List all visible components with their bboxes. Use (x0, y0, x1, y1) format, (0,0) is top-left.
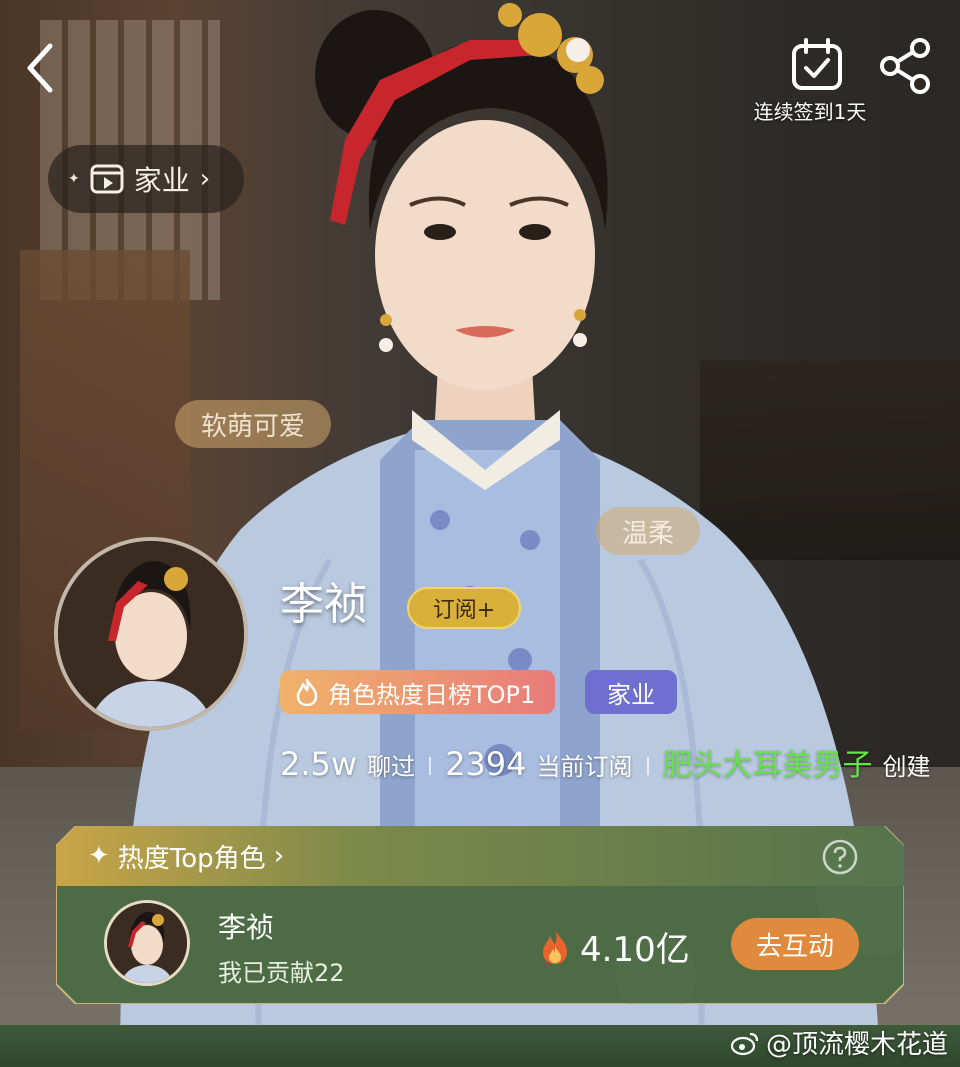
chevron-right-icon: › (273, 841, 285, 871)
interact-button[interactable]: 去互动 (731, 918, 859, 970)
checkin-label: 连续签到1天 (753, 100, 867, 124)
share-icon (880, 38, 930, 94)
divider (429, 757, 432, 775)
help-button[interactable] (822, 839, 858, 875)
creator-link[interactable]: 肥头大耳美男子 (663, 740, 873, 784)
checkin-button[interactable]: 连续签到1天 (740, 38, 880, 126)
subscribers-label: 当前订阅 (536, 753, 633, 781)
chats-label: 聊过 (367, 753, 416, 781)
creator-suffix: 创建 (882, 753, 931, 781)
trait-tag[interactable]: 软萌可爱 (175, 400, 332, 448)
heat-number: 4.10亿 (580, 930, 690, 970)
rank-badge-label: 角色热度日榜TOP1 (328, 680, 536, 709)
chats-count: 2.5w (280, 745, 358, 783)
rank-badge[interactable]: 角色热度日榜TOP1 (280, 670, 556, 714)
chevron-right-icon: › (199, 164, 211, 194)
back-button[interactable] (20, 40, 64, 96)
character-stats: 2.5w 聊过 2394 当前订阅 肥头大耳美男子 创建 (280, 740, 931, 784)
contribution-text: 我已贡献22 (218, 959, 345, 987)
help-icon (822, 839, 858, 875)
watermark-text: @顶流樱木花道 (765, 1030, 948, 1060)
top-character-avatar[interactable] (104, 900, 190, 986)
subscribers-count: 2394 (445, 745, 527, 783)
heat-value: 4.10亿 (540, 922, 690, 971)
video-icon (90, 164, 124, 194)
sparkle-icon: ✦ (68, 171, 80, 187)
character-avatar[interactable] (54, 537, 248, 731)
weibo-icon (730, 1032, 759, 1055)
subscribe-button[interactable]: 订阅+ (407, 587, 521, 629)
share-button[interactable] (876, 36, 936, 96)
fire-icon (296, 678, 318, 706)
source-work-label: 家业 (133, 164, 190, 197)
character-name: 李祯 (280, 579, 368, 630)
divider (646, 757, 649, 775)
sparkle-icon: ✦ (88, 841, 110, 871)
source-work-pill[interactable]: ✦ 家业 › (48, 145, 245, 213)
trait-tag[interactable]: 温柔 (596, 507, 701, 555)
back-icon (27, 43, 53, 93)
hot-top-card-header[interactable]: ✦ 热度Top角色 › (88, 838, 284, 874)
watermark: @顶流樱木花道 (730, 1024, 948, 1061)
top-character-name: 李祯 (218, 911, 275, 944)
source-work-badge[interactable]: 家业 (585, 670, 677, 714)
fire-icon (543, 929, 567, 964)
calendar-check-icon (792, 38, 842, 90)
hot-top-card-title: 热度Top角色 (117, 843, 266, 874)
